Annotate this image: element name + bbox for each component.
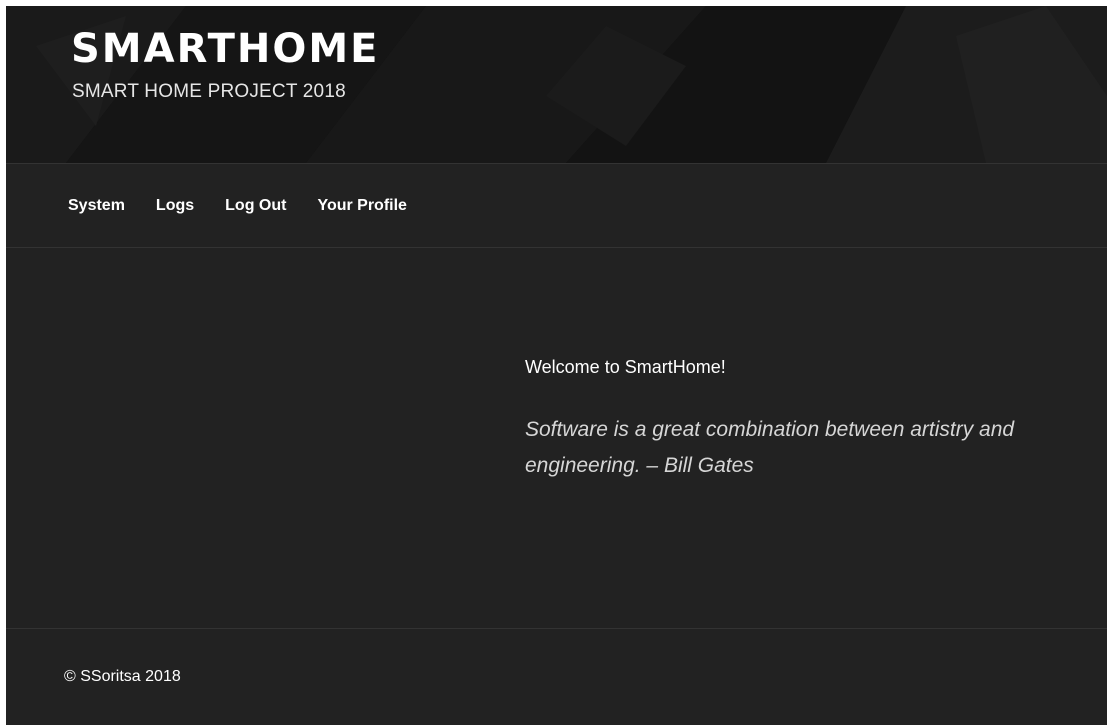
site-tagline: SMART HOME PROJECT 2018	[72, 81, 346, 102]
quote-text: Software is a great combination between …	[525, 418, 1015, 477]
nav-item-your-profile[interactable]: Your Profile	[317, 197, 407, 215]
nav-menu: System Logs Log Out Your Profile	[68, 164, 438, 248]
page-frame: SMARTHOME SMART HOME PROJECT 2018 System…	[6, 6, 1107, 725]
main-navigation: System Logs Log Out Your Profile	[6, 163, 1107, 248]
site-header: SMARTHOME SMART HOME PROJECT 2018	[6, 6, 1107, 163]
welcome-text: Welcome to SmartHome!	[525, 357, 726, 377]
nav-item-log-out[interactable]: Log Out	[225, 197, 286, 215]
site-footer: © SSoritsa 2018	[6, 628, 1107, 725]
nav-item-logs[interactable]: Logs	[156, 197, 194, 215]
main-content: Welcome to SmartHome! Software is a grea…	[6, 248, 1107, 628]
copyright-text: © SSoritsa 2018	[64, 668, 181, 685]
nav-item-system[interactable]: System	[68, 197, 125, 215]
site-title[interactable]: SMARTHOME	[71, 24, 379, 74]
